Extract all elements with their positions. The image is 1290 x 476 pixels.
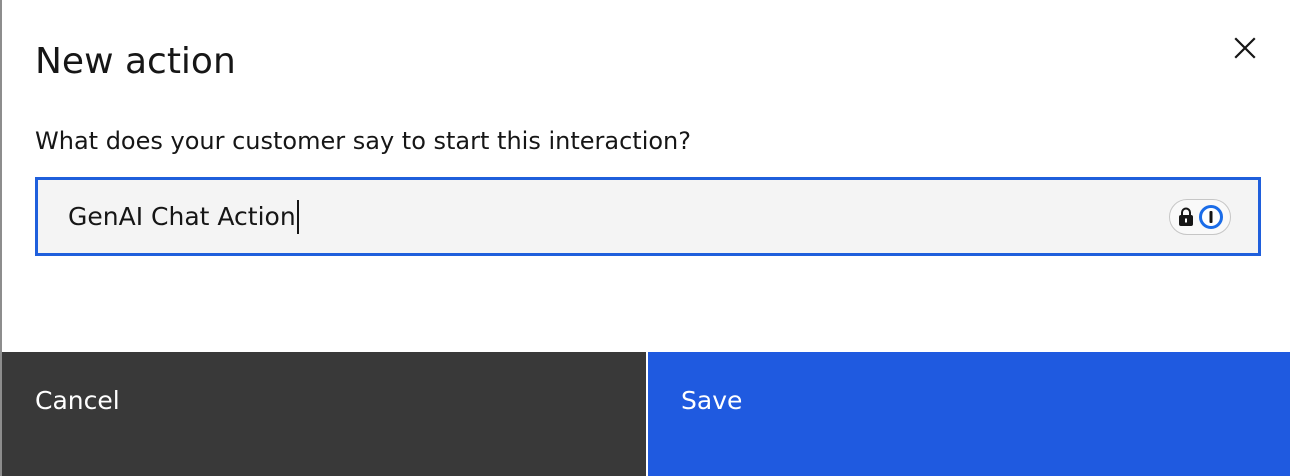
text-caret [296,200,299,234]
password-manager-button[interactable] [1169,199,1231,235]
customer-prompt-label: What does your customer say to start thi… [35,127,691,155]
new-action-modal: New action What does your customer say t… [0,0,1290,476]
cancel-button[interactable]: Cancel [2,352,646,476]
save-button[interactable]: Save [648,352,1290,476]
password-manager-icon [1199,205,1223,229]
close-icon [1234,37,1256,59]
input-value-text: GenAI Chat Action [68,202,296,231]
modal-title: New action [35,41,236,82]
customer-phrase-input[interactable]: GenAI Chat Action [35,177,1261,256]
modal-footer: Cancel Save [2,352,1290,476]
input-value-container: GenAI Chat Action [68,200,299,234]
lock-icon [1179,207,1193,226]
close-button[interactable] [1225,28,1265,68]
